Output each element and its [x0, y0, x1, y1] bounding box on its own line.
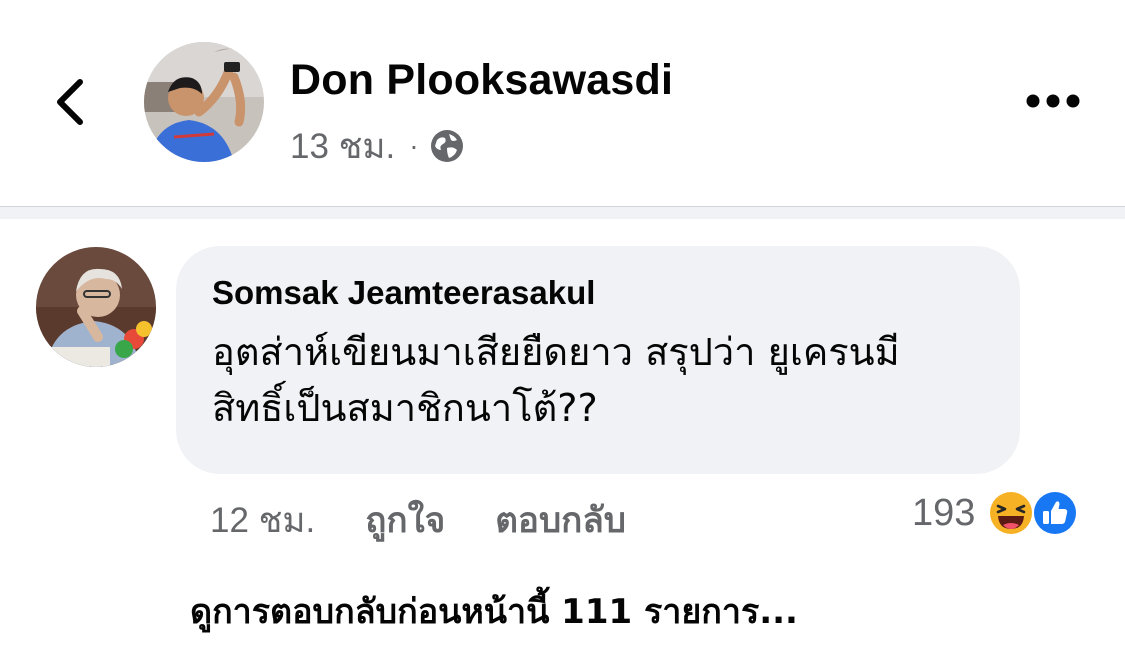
- commenter-avatar[interactable]: [36, 247, 156, 367]
- reply-button[interactable]: ตอบกลับ: [495, 493, 626, 548]
- comment-thread-screen: Don Plooksawasdi 13 ชม. · Somsak Jeamtee…: [0, 0, 1125, 672]
- comment-text-line: สิทธิ์เป็นสมาชิกนาโต้??: [212, 386, 598, 430]
- haha-icon: [987, 489, 1035, 537]
- like-button[interactable]: ถูกใจ: [365, 493, 445, 548]
- comment-text: อุตส่าห์เขียนมาเสียยืดยาว สรุปว่า ยูเครน…: [212, 324, 992, 436]
- more-options-button[interactable]: [1024, 86, 1082, 116]
- section-divider: [0, 206, 1125, 219]
- comment-bubble: Somsak Jeamteerasakul อุตส่าห์เขียนมาเสี…: [176, 246, 1020, 474]
- like-icon: [1031, 489, 1079, 537]
- post-header: Don Plooksawasdi 13 ชม. ·: [0, 0, 1125, 206]
- avatar-photo: [36, 247, 156, 367]
- commenter-name[interactable]: Somsak Jeamteerasakul: [212, 270, 1020, 316]
- back-button[interactable]: [48, 72, 92, 132]
- avatar-photo: [144, 42, 264, 162]
- post-time[interactable]: 13 ชม.: [290, 119, 395, 174]
- comment-actions: 12 ชม. ถูกใจ ตอบกลับ: [210, 490, 626, 550]
- meta-separator: ·: [409, 130, 419, 161]
- post-author-avatar[interactable]: [144, 42, 264, 162]
- globe-icon: [429, 128, 465, 164]
- comment-time[interactable]: 12 ชม.: [210, 493, 315, 548]
- comment-text-line: อุตส่าห์เขียนมาเสียยืดยาว สรุปว่า ยูเครน…: [212, 330, 900, 374]
- view-previous-replies-link[interactable]: ดูการตอบกลับก่อนหน้านี้ 111 รายการ...: [190, 584, 798, 640]
- chevron-left-icon: [57, 79, 83, 125]
- post-meta: 13 ชม. ·: [290, 124, 465, 168]
- post-author-name[interactable]: Don Plooksawasdi: [290, 56, 673, 105]
- reactions-summary[interactable]: 193: [912, 485, 1079, 541]
- reaction-count: 193: [912, 491, 976, 534]
- more-horizontal-icon: [1026, 94, 1080, 108]
